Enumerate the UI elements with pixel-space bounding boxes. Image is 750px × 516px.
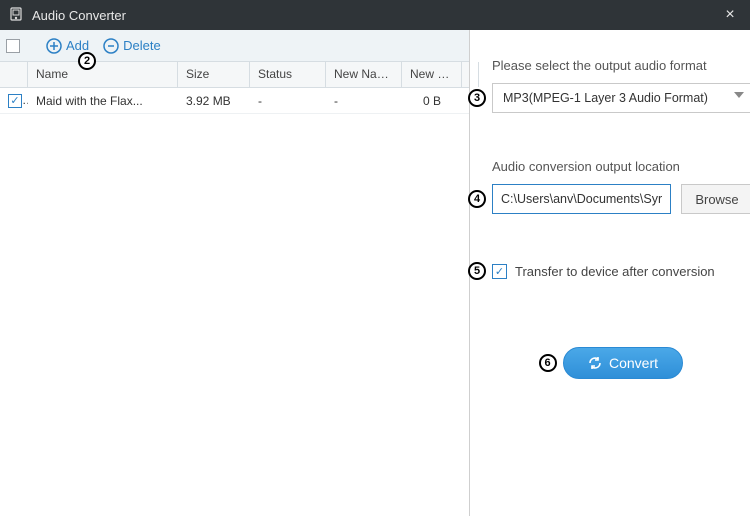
col-new-size[interactable]: New Size (402, 62, 462, 87)
delete-icon (103, 38, 119, 54)
transfer-checkbox[interactable]: ✓ (492, 264, 507, 279)
add-button[interactable]: Add (46, 38, 89, 54)
app-icon (8, 7, 24, 23)
browse-button[interactable]: Browse (681, 184, 750, 214)
col-new-name[interactable]: New Name (326, 62, 402, 87)
cell-status: - (250, 89, 326, 113)
select-all-checkbox[interactable] (6, 39, 20, 53)
col-name[interactable]: Name (28, 62, 178, 87)
left-pane: Add Delete 2 Name Size Status New Name N… (0, 30, 470, 516)
format-select[interactable]: MP3(MPEG-1 Layer 3 Audio Format) (492, 83, 750, 113)
rows-container: ✓ Maid with the Flax... 3.92 MB - - 0 B (0, 88, 469, 516)
window-title: Audio Converter (32, 8, 718, 23)
titlebar: Audio Converter × (0, 0, 750, 30)
table-row[interactable]: ✓ Maid with the Flax... 3.92 MB - - 0 B (0, 88, 469, 114)
chevron-down-icon (734, 92, 744, 98)
col-size[interactable]: Size (178, 62, 250, 87)
column-headers: Name Size Status New Name New Size (0, 62, 469, 88)
callout-4: 4 (468, 190, 486, 208)
format-label: Please select the output audio format (492, 58, 750, 73)
cell-new-size: 0 B (402, 89, 462, 113)
toolbar: Add Delete 2 (0, 30, 469, 62)
close-icon[interactable]: × (718, 6, 742, 24)
col-status[interactable]: Status (250, 62, 326, 87)
right-pane: Please select the output audio format 3 … (470, 30, 750, 516)
convert-button[interactable]: Convert (563, 347, 683, 379)
col-check (0, 62, 28, 87)
delete-button[interactable]: Delete (103, 38, 161, 54)
output-path-input[interactable] (492, 184, 671, 214)
output-label: Audio conversion output location (492, 159, 750, 174)
convert-icon (587, 355, 603, 371)
row-checkbox[interactable]: ✓ (8, 94, 22, 108)
row-checkbox-cell: ✓ (0, 88, 28, 113)
callout-6: 6 (539, 354, 557, 372)
cell-new-name: - (326, 89, 402, 113)
cell-name: Maid with the Flax... (28, 89, 178, 113)
body: Add Delete 2 Name Size Status New Name N… (0, 30, 750, 516)
add-icon (46, 38, 62, 54)
convert-label: Convert (609, 355, 658, 371)
format-value: MP3(MPEG-1 Layer 3 Audio Format) (503, 91, 708, 105)
delete-label: Delete (123, 38, 161, 53)
callout-5: 5 (468, 262, 486, 280)
cell-size: 3.92 MB (178, 89, 250, 113)
add-label: Add (66, 38, 89, 53)
transfer-label: Transfer to device after conversion (515, 264, 715, 279)
callout-3: 3 (468, 89, 486, 107)
callout-2: 2 (78, 52, 96, 70)
